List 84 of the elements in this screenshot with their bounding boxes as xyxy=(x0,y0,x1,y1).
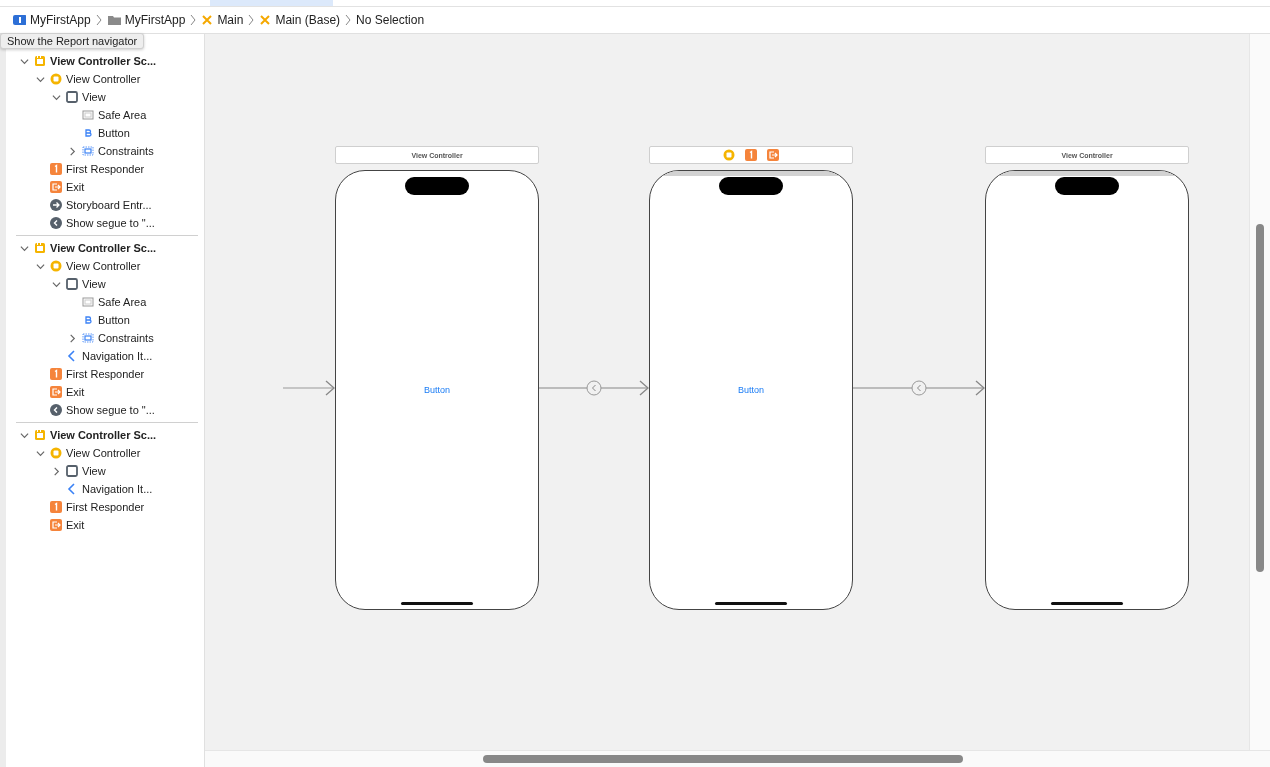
view-controller-icon xyxy=(50,73,62,85)
outline-item[interactable]: Exit xyxy=(6,383,204,401)
home-indicator xyxy=(1051,602,1123,605)
back-circle-icon xyxy=(50,404,62,416)
scene-header[interactable] xyxy=(649,146,853,164)
outline-item[interactable]: First Responder xyxy=(6,160,204,178)
outline-item[interactable]: View Controller Sc... xyxy=(6,239,204,257)
outline-item[interactable]: First Responder xyxy=(6,498,204,516)
project-icon xyxy=(12,14,26,26)
entry-arrow xyxy=(283,380,335,396)
button-icon xyxy=(82,314,94,326)
view-icon xyxy=(66,278,78,290)
outline-item[interactable]: View Controller xyxy=(6,70,204,88)
chevron-right-icon xyxy=(248,14,255,26)
exit-icon xyxy=(50,519,62,531)
dynamic-island xyxy=(405,177,469,195)
chevron-right-icon xyxy=(67,146,77,156)
safe-area-icon xyxy=(82,109,94,121)
outline-item[interactable]: Exit xyxy=(6,516,204,534)
breadcrumb-item[interactable]: MyFirstApp xyxy=(12,13,91,27)
home-indicator xyxy=(401,602,473,605)
outline-item[interactable]: Safe Area xyxy=(6,106,204,124)
back-chevron-icon xyxy=(66,483,78,495)
outline-item[interactable]: View xyxy=(6,88,204,106)
storyboard-icon xyxy=(201,14,214,26)
breadcrumb-item[interactable]: Main (Base) xyxy=(259,13,341,27)
outline-item[interactable]: Constraints xyxy=(6,142,204,160)
breadcrumb-item[interactable]: No Selection xyxy=(356,13,425,27)
dynamic-island xyxy=(719,177,783,195)
outline-item[interactable]: View xyxy=(6,275,204,293)
chevron-right-icon xyxy=(51,466,61,476)
chevron-right-icon xyxy=(67,333,77,343)
vertical-scrollbar-thumb[interactable] xyxy=(1256,224,1264,572)
first-responder-icon xyxy=(50,501,62,513)
exit-icon xyxy=(50,181,62,193)
chevron-right-icon xyxy=(95,14,102,26)
dynamic-island xyxy=(1055,177,1119,195)
scene-icon xyxy=(34,429,46,441)
outline-item[interactable]: Exit xyxy=(6,178,204,196)
horizontal-scrollbar-thumb[interactable] xyxy=(483,755,963,763)
outline-item[interactable]: Navigation It... xyxy=(6,347,204,365)
outline-item[interactable]: View Controller xyxy=(6,257,204,275)
exit-icon xyxy=(767,149,779,161)
constraints-icon xyxy=(82,145,94,157)
chevron-right-icon xyxy=(345,14,352,26)
home-indicator xyxy=(715,602,787,605)
outline-item[interactable]: Constraints xyxy=(6,329,204,347)
outline-item[interactable]: Navigation It... xyxy=(6,480,204,498)
first-responder-icon xyxy=(50,163,62,175)
outline-item[interactable]: Button xyxy=(6,311,204,329)
outline-item[interactable]: View Controller xyxy=(6,444,204,462)
constraints-icon xyxy=(82,332,94,344)
exit-icon xyxy=(50,386,62,398)
breadcrumb-item[interactable]: MyFirstApp xyxy=(106,13,186,27)
outline-item[interactable]: View xyxy=(6,462,204,480)
first-responder-icon xyxy=(745,149,757,161)
arrow-right-icon xyxy=(50,199,62,211)
safe-area-icon xyxy=(82,296,94,308)
breadcrumb-item[interactable]: Main xyxy=(201,13,244,27)
view-controller-icon xyxy=(723,149,735,161)
outline-item[interactable]: Safe Area xyxy=(6,293,204,311)
folder-icon xyxy=(106,14,121,26)
phone-button[interactable]: Button xyxy=(738,385,764,395)
view-controller-icon xyxy=(50,447,62,459)
outline-item[interactable]: View Controller Sc... xyxy=(6,52,204,70)
phone-button[interactable]: Button xyxy=(424,385,450,395)
tooltip: Show the Report navigator xyxy=(0,33,145,49)
storyboard-icon xyxy=(259,14,272,26)
scene-icon xyxy=(34,242,46,254)
back-circle-icon xyxy=(50,217,62,229)
view-icon xyxy=(66,91,78,103)
button-icon xyxy=(82,127,94,139)
outline-item[interactable]: Show segue to "... xyxy=(6,214,204,232)
outline-item[interactable]: Show segue to "... xyxy=(6,401,204,419)
outline-item[interactable]: Button xyxy=(6,124,204,142)
outline-item[interactable]: View Controller Sc... xyxy=(6,426,204,444)
first-responder-icon xyxy=(50,368,62,380)
outline-item[interactable]: First Responder xyxy=(6,365,204,383)
view-controller-icon xyxy=(50,260,62,272)
scene-icon xyxy=(34,55,46,67)
outline-item[interactable]: Storyboard Entr... xyxy=(6,196,204,214)
chevron-right-icon xyxy=(190,14,197,26)
view-icon xyxy=(66,465,78,477)
back-chevron-icon xyxy=(66,350,78,362)
